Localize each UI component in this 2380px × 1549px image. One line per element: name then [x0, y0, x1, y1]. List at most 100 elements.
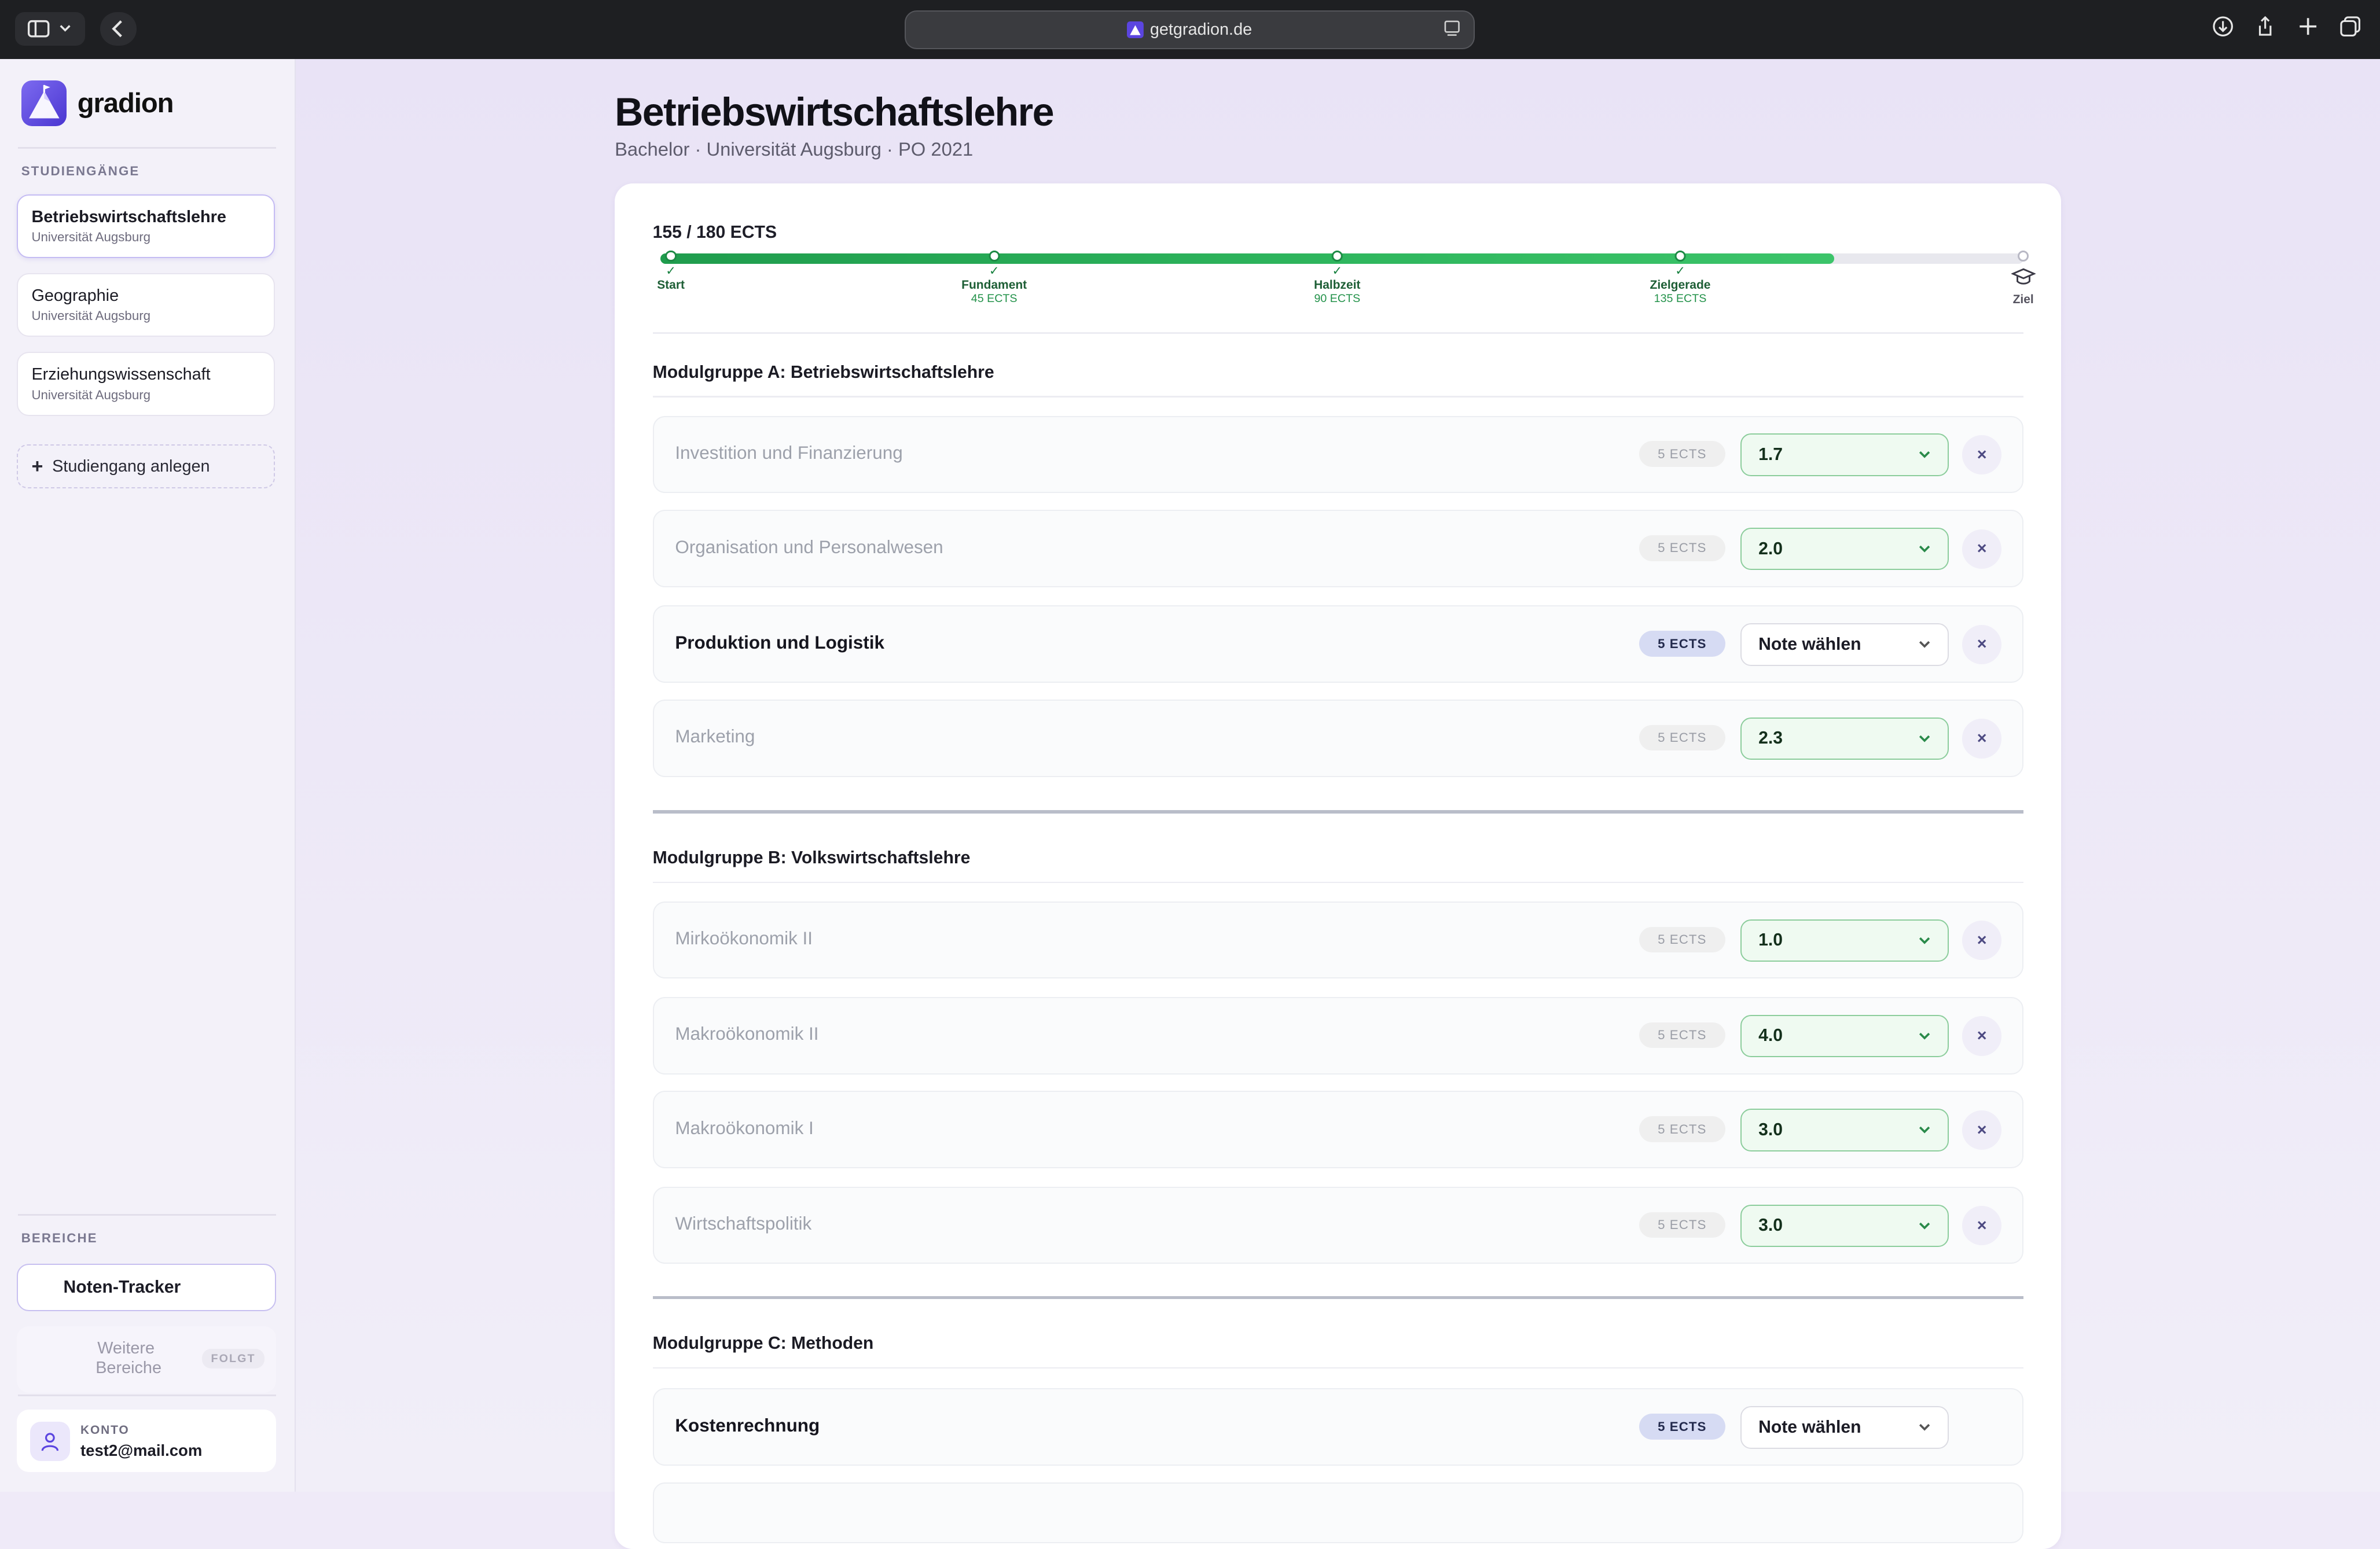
- account-label: KONTO: [80, 1423, 130, 1437]
- module-row: Makroökonomik II 5 ECTS 4.0 ×: [652, 996, 2023, 1075]
- chevron-down-icon: [1919, 1424, 1930, 1431]
- module-name: Marketing: [675, 726, 755, 747]
- area-noten-tracker[interactable]: Noten-Tracker: [16, 1264, 277, 1311]
- module-name: Mirkoökonomik II: [675, 928, 813, 949]
- ects-badge: 5 ECTS: [1639, 441, 1726, 468]
- grade-value: 2.3: [1758, 728, 1783, 748]
- remove-module-button[interactable]: ×: [1962, 624, 2002, 664]
- chevron-down-icon: [1919, 1032, 1930, 1040]
- check-icon: ✓: [1675, 264, 1685, 278]
- remove-module-button[interactable]: ×: [1962, 1016, 2002, 1056]
- close-icon: ×: [1977, 1120, 1987, 1139]
- remove-module-button[interactable]: ×: [1962, 921, 2002, 961]
- brand-name: gradion: [77, 87, 174, 119]
- close-icon: ×: [1977, 635, 1987, 654]
- main-content: Betriebswirtschaftslehre Bachelor · Univ…: [296, 59, 2380, 1549]
- group-separator: [652, 1296, 2023, 1299]
- download-icon[interactable]: [2212, 15, 2234, 38]
- chevron-down-icon: [1919, 641, 1930, 648]
- grade-select[interactable]: 3.0: [1740, 1109, 1949, 1151]
- grade-select[interactable]: 3.0: [1740, 1204, 1949, 1247]
- close-icon: ×: [1977, 728, 1987, 748]
- url-text: getgradion.de: [1149, 20, 1253, 39]
- remove-module-button[interactable]: ×: [1962, 529, 2002, 569]
- group-title: Modulgruppe A: Betriebswirtschaftslehre: [652, 362, 994, 382]
- course-university: Universität Augsburg: [31, 387, 151, 402]
- milestone-label: Ziel: [2012, 293, 2034, 307]
- milestone-label: Halbzeit: [1314, 278, 1361, 292]
- grade-select[interactable]: 1.7: [1740, 433, 1949, 476]
- coming-soon-badge: FOLGT: [201, 1349, 265, 1368]
- ects-badge: 5 ECTS: [1639, 1414, 1726, 1440]
- module-name: Wirtschaftspolitik: [675, 1213, 812, 1234]
- page-subtitle: Bachelor · Universität Augsburg · PO 202…: [615, 138, 974, 160]
- grade-value: 3.0: [1758, 1120, 1783, 1140]
- ects-badge: 5 ECTS: [1639, 535, 1726, 561]
- milestone-zielgerade: ✓ Zielgerade 135 ECTS: [1650, 250, 1711, 306]
- ects-progress-label: 155 / 180 ECTS: [652, 223, 777, 242]
- add-course-label: Studiengang anlegen: [52, 457, 210, 476]
- sidebar: gradion STUDIENGÄNGE Betriebswirtschafts…: [0, 59, 296, 1492]
- milestone-start: ✓ Start: [657, 250, 685, 292]
- module-row: Mirkoökonomik II 5 ECTS 1.0 ×: [652, 901, 2023, 979]
- close-icon: ×: [1977, 1026, 1987, 1045]
- reader-icon[interactable]: [1443, 19, 1461, 37]
- grade-select[interactable]: 2.3: [1740, 717, 1949, 760]
- milestone-label: Start: [657, 278, 685, 292]
- divider: [652, 332, 2023, 334]
- grade-select[interactable]: 4.0: [1740, 1014, 1949, 1058]
- milestone-fundament: ✓ Fundament 45 ECTS: [961, 250, 1027, 306]
- ects-badge: 5 ECTS: [1639, 631, 1726, 657]
- account-email: test2@mail.com: [80, 1441, 203, 1460]
- chevron-down-icon: [1919, 545, 1930, 553]
- module-row: Kostenrechnung 5 ECTS Note wählen: [652, 1388, 2023, 1466]
- remove-module-button[interactable]: ×: [1962, 435, 2002, 475]
- grade-select[interactable]: Note wählen: [1740, 1406, 1949, 1449]
- share-icon[interactable]: [2254, 15, 2276, 38]
- course-item-erziehungswissenschaft[interactable]: Erziehungswissenschaft Universität Augsb…: [16, 352, 275, 416]
- address-bar[interactable]: getgradion.de: [904, 10, 1475, 50]
- sidebar-toggle-button[interactable]: [15, 12, 85, 46]
- account-card[interactable]: KONTO test2@mail.com: [16, 1410, 277, 1472]
- milestone-label: Fundament: [961, 278, 1027, 292]
- courses-heading: STUDIENGÄNGE: [21, 164, 140, 179]
- module-name: Kostenrechnung: [675, 1415, 820, 1436]
- ects-badge: 5 ECTS: [1639, 1212, 1726, 1238]
- milestone-label: Zielgerade: [1650, 278, 1711, 292]
- module-name: Produktion und Logistik: [675, 632, 884, 653]
- course-item-geographie[interactable]: Geographie Universität Augsburg: [16, 273, 275, 337]
- back-button[interactable]: [100, 12, 137, 46]
- browser-toolbar: getgradion.de: [0, 0, 2380, 60]
- remove-module-button[interactable]: ×: [1962, 1110, 2002, 1150]
- module-name: Makroökonomik II: [675, 1024, 819, 1044]
- course-title: Erziehungswissenschaft: [31, 365, 211, 384]
- grade-value: 2.0: [1758, 539, 1783, 558]
- area-soon-label: Weitere Bereiche: [96, 1338, 161, 1378]
- gradion-favicon-icon: [1127, 21, 1144, 39]
- areas-heading: BEREICHE: [21, 1230, 98, 1245]
- remove-module-button[interactable]: ×: [1962, 719, 2002, 759]
- grade-value: Note wählen: [1758, 1418, 1861, 1437]
- remove-module-button[interactable]: ×: [1962, 1206, 2002, 1246]
- module-row: Marketing 5 ECTS 2.3 ×: [652, 699, 2023, 777]
- course-item-betriebswirtschaftslehre[interactable]: Betriebswirtschaftslehre Universität Aug…: [16, 194, 275, 258]
- add-course-button[interactable]: + Studiengang anlegen: [16, 444, 275, 489]
- grade-select[interactable]: 2.0: [1740, 527, 1949, 571]
- close-icon: ×: [1977, 930, 1987, 950]
- divider: [18, 1213, 277, 1216]
- ects-badge: 5 ECTS: [1639, 724, 1726, 751]
- milestone-ziel: Ziel: [2010, 250, 2036, 307]
- ects-badge: 5 ECTS: [1639, 1116, 1726, 1143]
- divider: [652, 1367, 2023, 1369]
- chevron-down-icon: [1919, 1222, 1930, 1230]
- chevron-down-icon: [1919, 451, 1930, 458]
- module-row: Makroökonomik I 5 ECTS 3.0 ×: [652, 1091, 2023, 1169]
- user-icon: [30, 1422, 70, 1462]
- grade-select[interactable]: Note wählen: [1740, 623, 1949, 666]
- new-tab-icon[interactable]: [2297, 15, 2319, 38]
- page-title: Betriebswirtschaftslehre: [615, 90, 1054, 134]
- grade-select[interactable]: 1.0: [1740, 919, 1949, 962]
- tabs-overview-icon[interactable]: [2339, 15, 2361, 38]
- brand-logo[interactable]: gradion: [21, 80, 174, 126]
- divider: [18, 147, 277, 149]
